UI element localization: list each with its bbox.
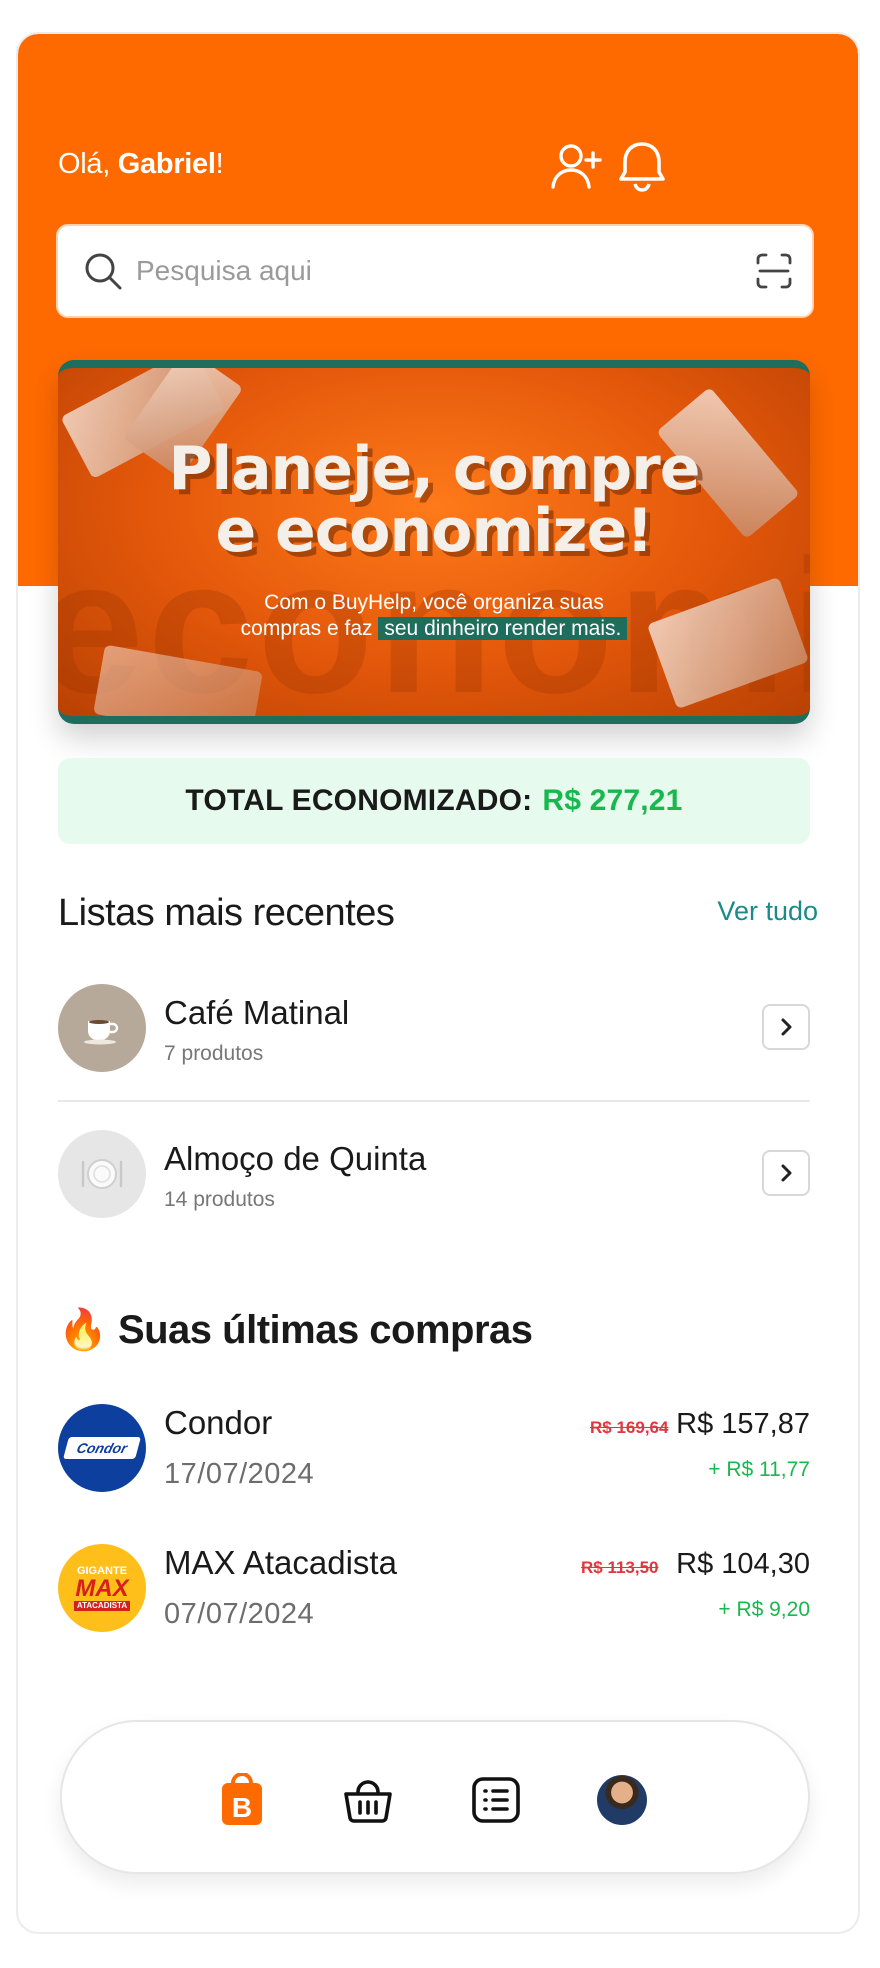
- bottom-nav: B: [60, 1720, 810, 1874]
- basket-icon: [344, 1780, 392, 1823]
- svg-text:B: B: [232, 1792, 252, 1823]
- recent-purchases-title: 🔥 Suas últimas compras: [58, 1306, 533, 1353]
- banner-subtitle-line1: Com o BuyHelp, você organiza suas: [264, 591, 604, 614]
- banner-title: Planeje, compre e economize!: [58, 438, 810, 562]
- notifications-button[interactable]: [614, 138, 670, 194]
- original-price: R$ 169,64: [590, 1418, 669, 1437]
- purchase-date: 07/07/2024: [164, 1598, 315, 1630]
- banner-title-line2: e economize!: [215, 496, 653, 566]
- nav-lists[interactable]: [466, 1770, 526, 1830]
- promo-banner[interactable]: economize Planeje, compree economize! Co…: [58, 360, 810, 724]
- max-atacadista-logo: GIGANTE MAX ATACADISTA: [58, 1544, 146, 1632]
- app-screen: Olá, Gabriel! economize Planeje, compree…: [16, 32, 860, 1934]
- list-product-count: 14 produtos: [164, 1188, 275, 1211]
- search-input[interactable]: [136, 255, 754, 287]
- search-icon: [85, 253, 122, 290]
- purchase-row[interactable]: GIGANTE MAX ATACADISTA MAX Atacadista 07…: [58, 1544, 810, 1634]
- open-list-button[interactable]: [762, 1150, 810, 1196]
- coffee-cup-icon: [58, 984, 146, 1072]
- purchase-date: 17/07/2024: [164, 1458, 315, 1490]
- nav-profile[interactable]: [592, 1770, 652, 1830]
- max-logo-main: MAX: [75, 1575, 129, 1602]
- saved-amount: + R$ 9,20: [718, 1598, 810, 1621]
- store-name: MAX Atacadista: [164, 1544, 397, 1581]
- divider: [58, 1100, 810, 1102]
- add-friend-button[interactable]: [548, 138, 604, 194]
- list-item[interactable]: Almoço de Quinta 14 produtos: [58, 1130, 810, 1230]
- total-saved-card: TOTAL ECONOMIZADO: R$ 277,21: [58, 758, 810, 844]
- plate-icon: [58, 1130, 146, 1218]
- banner-subtitle: Com o BuyHelp, você organiza suas compras…: [58, 590, 810, 642]
- bell-icon: [619, 142, 665, 192]
- list-icon: [472, 1777, 520, 1823]
- condor-logo-text: Condor: [74, 1440, 130, 1456]
- total-saved-label: TOTAL ECONOMIZADO:: [185, 784, 533, 817]
- list-product-count: 7 produtos: [164, 1042, 264, 1065]
- saved-amount: + R$ 11,77: [708, 1458, 810, 1481]
- condor-logo-badge: Condor: [63, 1437, 141, 1459]
- total-saved-amount: R$ 277,21: [542, 784, 683, 817]
- nav-cart[interactable]: [338, 1770, 398, 1830]
- profile-avatar: [597, 1775, 647, 1825]
- chevron-right-icon: [781, 1164, 792, 1182]
- greeting-suffix: !: [215, 148, 224, 180]
- banner-subtitle-highlight: seu dinheiro render mais.: [378, 617, 628, 640]
- original-price: R$ 113,50: [581, 1558, 659, 1577]
- recent-lists-title: Listas mais recentes: [58, 892, 395, 934]
- condor-logo: Condor: [58, 1404, 146, 1492]
- add-user-icon: [551, 144, 602, 189]
- user-name: Gabriel: [117, 148, 216, 180]
- store-name: Condor: [164, 1404, 273, 1441]
- search-bar[interactable]: [56, 224, 814, 318]
- max-logo-bottom: ATACADISTA: [73, 1601, 131, 1611]
- scan-barcode-icon[interactable]: [754, 251, 794, 291]
- banner-subtitle-line2: compras e faz: [240, 617, 379, 640]
- greeting-prefix: Olá,: [58, 148, 118, 180]
- home-bag-icon: B: [222, 1773, 262, 1825]
- open-list-button[interactable]: [762, 1004, 810, 1050]
- banner-title-line1: Planeje, compre: [168, 434, 701, 504]
- recent-purchases-title-text: Suas últimas compras: [117, 1308, 533, 1352]
- list-name: Almoço de Quinta: [164, 1140, 427, 1177]
- see-all-link[interactable]: Ver tudo: [717, 896, 818, 927]
- fire-icon: 🔥: [58, 1308, 108, 1352]
- paid-price: R$ 104,30: [676, 1548, 810, 1580]
- paid-price: R$ 157,87: [676, 1408, 810, 1440]
- chevron-right-icon: [781, 1018, 792, 1036]
- list-item[interactable]: Café Matinal 7 produtos: [58, 984, 810, 1084]
- list-name: Café Matinal: [164, 994, 350, 1031]
- nav-home[interactable]: B: [212, 1770, 272, 1830]
- purchase-row[interactable]: Condor Condor 17/07/2024 R$ 169,64 R$ 15…: [58, 1404, 810, 1494]
- greeting: Olá, Gabriel!: [58, 148, 224, 181]
